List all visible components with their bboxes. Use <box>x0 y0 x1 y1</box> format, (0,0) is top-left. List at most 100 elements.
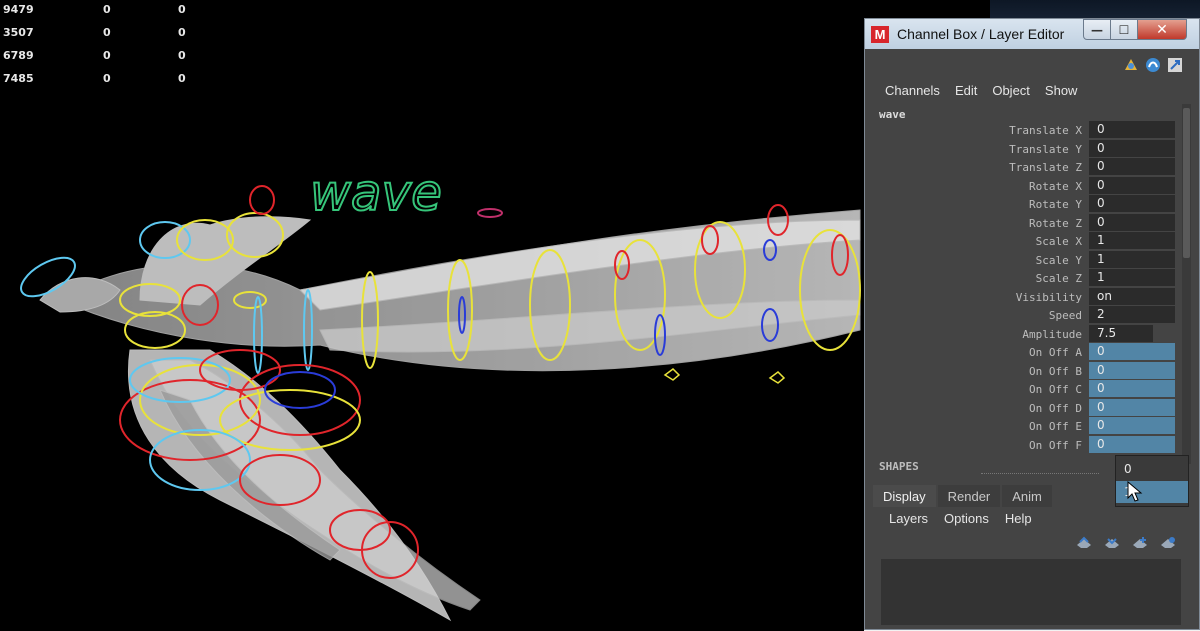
attribute-row[interactable]: Rotate Y 0 <box>869 195 1179 214</box>
attribute-row[interactable]: Rotate Z 0 <box>869 213 1179 233</box>
attribute-row[interactable]: Scale Y 1 <box>869 250 1179 270</box>
attribute-value-field[interactable]: 0 <box>1089 417 1175 434</box>
attribute-row[interactable]: Speed 2 <box>869 306 1179 325</box>
scrollbar[interactable] <box>1182 104 1191 464</box>
attribute-value-field[interactable]: 7.5 <box>1089 324 1153 342</box>
attribute-value-field[interactable]: 0 <box>1089 380 1175 397</box>
menu-show[interactable]: Show <box>1045 83 1078 98</box>
attribute-value-field[interactable]: 0 <box>1089 435 1175 453</box>
channel-box-menubar: Channels Edit Object Show <box>885 83 1077 98</box>
attribute-label[interactable]: Scale Z <box>1036 272 1082 285</box>
attribute-label[interactable]: Scale Y <box>1036 254 1082 267</box>
attribute-value-field[interactable]: 1 <box>1089 232 1175 249</box>
new-layer-from-selection-icon[interactable] <box>1159 536 1177 550</box>
attribute-value-field[interactable]: 1 <box>1089 269 1175 286</box>
menu-layers[interactable]: Layers <box>889 511 928 526</box>
channel-box-body: Channels Edit Object Show wave Translate… <box>869 49 1191 627</box>
new-empty-layer-icon[interactable] <box>1131 536 1149 550</box>
attribute-row[interactable]: Rotate X 0 <box>869 176 1179 196</box>
tool-settings-icon[interactable] <box>1167 57 1183 73</box>
attribute-label[interactable]: Translate Y <box>1009 143 1082 156</box>
attribute-row[interactable]: On Off E 0 <box>869 417 1179 436</box>
move-layer-down-icon[interactable] <box>1103 536 1121 550</box>
attribute-value-field[interactable]: 0 <box>1089 176 1175 194</box>
minimize-button[interactable]: — <box>1083 19 1111 40</box>
attribute-row[interactable]: On Off A 0 <box>869 343 1179 362</box>
layer-list[interactable] <box>881 559 1181 625</box>
tab-render[interactable]: Render <box>937 485 1001 507</box>
hud-value: 0 <box>178 3 186 16</box>
menu-channels[interactable]: Channels <box>885 83 940 98</box>
attribute-row[interactable]: On Off B 0 <box>869 361 1179 381</box>
attribute-row[interactable]: Scale Z 1 <box>869 269 1179 288</box>
shapes-section-label[interactable]: SHAPES <box>879 460 919 473</box>
hud-value: 3507 <box>3 26 34 39</box>
attribute-row[interactable]: On Off C 0 <box>869 380 1179 399</box>
menu-options[interactable]: Options <box>944 511 989 526</box>
scrollbar-thumb[interactable] <box>1183 108 1190 258</box>
maya-viewport[interactable]: wave 9479 0 0 3507 0 0 6789 0 0 7485 0 0 <box>0 0 864 631</box>
attribute-value-field[interactable]: 0 <box>1089 343 1175 360</box>
attribute-row[interactable]: On Off D 0 <box>869 398 1179 418</box>
attribute-label[interactable]: On Off B <box>1029 365 1082 378</box>
locator-marks <box>663 368 786 384</box>
attribute-label[interactable]: Amplitude <box>1022 328 1082 341</box>
attribute-value-field[interactable]: 0 <box>1089 121 1175 138</box>
close-button[interactable]: ✕ <box>1137 19 1187 40</box>
attribute-value-field[interactable]: 0 <box>1089 139 1175 157</box>
hud-value: 0 <box>178 26 186 39</box>
attribute-label[interactable]: On Off F <box>1029 439 1082 452</box>
menu-help[interactable]: Help <box>1005 511 1032 526</box>
attribute-value-field[interactable]: 2 <box>1089 306 1175 323</box>
tab-display[interactable]: Display <box>873 485 936 507</box>
attribute-label[interactable]: On Off C <box>1029 383 1082 396</box>
dropdown-option[interactable]: 0 <box>1116 458 1188 480</box>
tab-anim[interactable]: Anim <box>1002 485 1052 507</box>
attribute-row[interactable]: Translate Z 0 <box>869 158 1179 177</box>
hud-value: 9479 <box>3 3 34 16</box>
attribute-label[interactable]: Scale X <box>1036 235 1082 248</box>
attribute-row[interactable]: Scale X 1 <box>869 232 1179 251</box>
layer-toolbar <box>1075 536 1177 550</box>
hud-value: 0 <box>103 26 111 39</box>
attribute-row[interactable]: Amplitude 7.5 <box>869 324 1179 344</box>
attribute-value-field[interactable]: on <box>1089 287 1175 305</box>
attribute-value-field[interactable]: 1 <box>1089 250 1175 268</box>
attribute-row[interactable]: Translate Y 0 <box>869 139 1179 159</box>
attribute-value-field[interactable]: 0 <box>1089 398 1175 416</box>
layer-menubar: Layers Options Help <box>889 511 1032 526</box>
channel-box-icon[interactable] <box>1123 57 1139 73</box>
hud-value: 0 <box>103 3 111 16</box>
phoenix-mesh <box>39 209 861 622</box>
attribute-label[interactable]: Rotate X <box>1029 180 1082 193</box>
attribute-row[interactable]: On Off F 0 <box>869 435 1179 455</box>
attribute-label[interactable]: Rotate Y <box>1029 198 1082 211</box>
hud-value: 6789 <box>3 49 34 62</box>
attribute-label[interactable]: On Off E <box>1029 420 1082 433</box>
phoenix-rig-scene[interactable]: wave <box>0 0 864 631</box>
attribute-label[interactable]: On Off D <box>1029 402 1082 415</box>
attribute-label[interactable]: On Off A <box>1029 346 1082 359</box>
attribute-label[interactable]: Rotate Z <box>1029 217 1082 230</box>
channel-box-window[interactable]: M Channel Box / Layer Editor — ☐ ✕ Chann… <box>864 18 1200 630</box>
attribute-row[interactable]: Visibility on <box>869 287 1179 307</box>
attribute-label[interactable]: Visibility <box>1016 291 1082 304</box>
attribute-value-field[interactable]: 0 <box>1089 158 1175 175</box>
attribute-editor-icon[interactable] <box>1145 57 1161 73</box>
move-layer-up-icon[interactable] <box>1075 536 1093 550</box>
menu-object[interactable]: Object <box>992 83 1030 98</box>
maximize-button[interactable]: ☐ <box>1110 19 1138 40</box>
hud-value: 0 <box>103 72 111 85</box>
menu-edit[interactable]: Edit <box>955 83 977 98</box>
window-titlebar[interactable]: M Channel Box / Layer Editor — ☐ ✕ <box>865 19 1199 49</box>
wave-label-curve[interactable]: wave <box>309 163 443 223</box>
attribute-value-field[interactable]: 0 <box>1089 195 1175 212</box>
attribute-value-field[interactable]: 0 <box>1089 213 1175 231</box>
object-name[interactable]: wave <box>879 108 906 121</box>
attribute-label[interactable]: Translate X <box>1009 124 1082 137</box>
attribute-label[interactable]: Translate Z <box>1009 161 1082 174</box>
attribute-label[interactable]: Speed <box>1049 309 1082 322</box>
attribute-row[interactable]: Translate X 0 <box>869 121 1179 140</box>
maya-logo-icon: M <box>871 26 889 43</box>
attribute-value-field[interactable]: 0 <box>1089 361 1175 379</box>
